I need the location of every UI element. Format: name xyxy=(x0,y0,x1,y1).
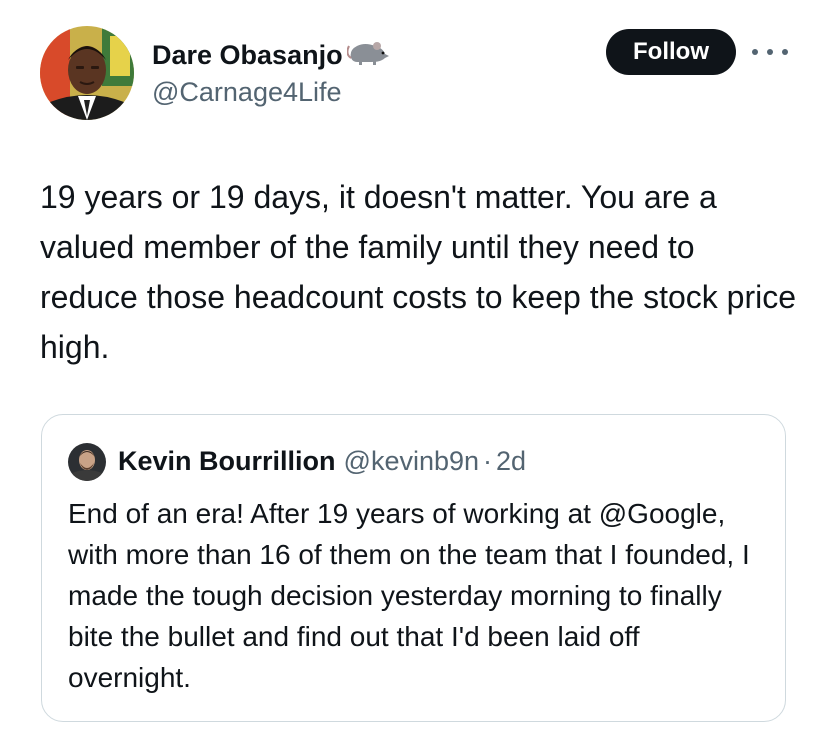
more-dot xyxy=(752,49,758,55)
separator-dot: · xyxy=(483,446,493,476)
avatar[interactable] xyxy=(40,26,134,120)
quoted-tweet[interactable]: Kevin Bourrillion @kevinb9n · 2d End of an … xyxy=(41,414,786,722)
follow-button[interactable]: Follow xyxy=(606,29,736,75)
more-horizontal-icon[interactable] xyxy=(752,40,788,64)
quoted-author-avatar[interactable] xyxy=(68,443,106,481)
quoted-tweet-text: End of an era! After 19 years of working… xyxy=(68,498,750,693)
more-dot xyxy=(782,49,788,55)
quoted-author-handle[interactable]: @kevinb9n xyxy=(344,446,480,476)
quoted-header: Kevin Bourrillion @kevinb9n · 2d xyxy=(118,443,526,479)
tweet-text: 19 years or 19 days, it doesn't matter. … xyxy=(40,179,797,365)
quoted-author-name[interactable]: Kevin Bourrillion xyxy=(118,446,336,476)
author-handle[interactable]: @Carnage4Life xyxy=(152,74,342,110)
rat-icon xyxy=(345,36,391,75)
author-name[interactable]: Dare Obasanjo xyxy=(152,34,391,75)
quoted-timestamp[interactable]: 2d xyxy=(496,446,526,476)
quoted-avatar-image xyxy=(68,443,106,481)
more-dot xyxy=(767,49,773,55)
avatar-image xyxy=(40,26,134,120)
author-name-text: Dare Obasanjo xyxy=(152,39,343,70)
